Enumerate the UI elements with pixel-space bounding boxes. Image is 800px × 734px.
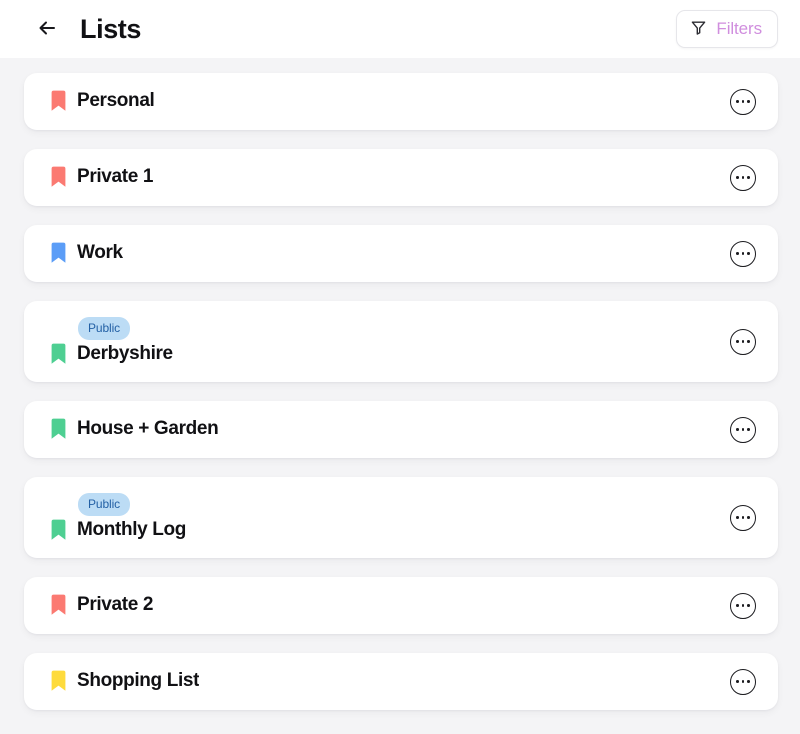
list-name: Derbyshire	[77, 343, 173, 365]
list-name: Private 1	[77, 166, 154, 188]
list-name: Shopping List	[77, 670, 200, 692]
bookmark-icon-green	[50, 519, 67, 541]
list-name: Private 2	[77, 594, 154, 616]
bookmark-icon-blue	[50, 242, 67, 264]
ellipsis-dot	[746, 252, 750, 255]
ellipsis-dot	[741, 516, 745, 519]
bookmark-icon-red	[50, 594, 67, 616]
ellipsis-dot	[736, 680, 740, 683]
ellipsis-dot	[741, 680, 745, 683]
filters-label: Filters	[716, 19, 762, 38]
ellipsis-dot	[736, 176, 740, 179]
list-card[interactable]: Private 2	[24, 577, 778, 634]
ellipsis-circle-icon[interactable]	[730, 592, 756, 619]
list-card-content: Public Monthly Log	[50, 488, 716, 547]
ellipsis-dot	[746, 176, 750, 179]
list-name: Personal	[77, 90, 155, 112]
ellipsis-dot	[746, 604, 750, 607]
ellipsis-circle-icon[interactable]	[730, 328, 756, 355]
bookmark-icon-red	[50, 90, 67, 112]
ellipsis-circle-icon[interactable]	[730, 504, 756, 531]
badge-row: Public	[50, 317, 716, 341]
filters-button[interactable]: Filters	[676, 10, 778, 48]
ellipsis-dot	[746, 680, 750, 683]
ellipsis-dot	[741, 176, 745, 179]
bookmark-icon-green	[50, 343, 67, 365]
list-card-content: Work	[50, 242, 716, 265]
ellipsis-dot	[741, 604, 745, 607]
funnel-icon	[690, 19, 707, 39]
list-card[interactable]: Public Derbyshire	[24, 301, 778, 382]
ellipsis-circle-icon[interactable]	[730, 88, 756, 115]
ellipsis-dot	[741, 252, 745, 255]
list-title-row: Work	[50, 242, 716, 265]
list-card[interactable]: Private 1	[24, 149, 778, 206]
badge-row: Public	[50, 493, 716, 517]
list-card[interactable]: Public Monthly Log	[24, 477, 778, 558]
list-card-content: House + Garden	[50, 418, 716, 441]
ellipsis-dot	[746, 428, 750, 431]
list-card[interactable]: House + Garden	[24, 401, 778, 458]
lists-container: Personal Private 1 Work Public Derbyshire Hou…	[0, 58, 800, 734]
list-title-row: Shopping List	[50, 670, 716, 693]
status-badge: Public	[78, 317, 131, 341]
list-card-content: Public Derbyshire	[50, 312, 716, 371]
ellipsis-dot	[741, 100, 745, 103]
ellipsis-circle-icon[interactable]	[730, 668, 756, 695]
list-card-content: Personal	[50, 90, 716, 113]
page-title: Lists	[80, 13, 142, 44]
ellipsis-dot	[736, 604, 740, 607]
list-name: House + Garden	[77, 418, 219, 440]
list-title-row: Private 1	[50, 166, 716, 189]
status-badge: Public	[78, 493, 131, 517]
ellipsis-dot	[746, 340, 750, 343]
ellipsis-circle-icon[interactable]	[730, 416, 756, 443]
list-name: Work	[77, 242, 123, 264]
list-title-row: Derbyshire	[50, 343, 716, 366]
ellipsis-circle-icon[interactable]	[730, 164, 756, 191]
page-header: Lists Filters	[0, 0, 800, 58]
ellipsis-dot	[736, 100, 740, 103]
bookmark-icon-red	[50, 166, 67, 188]
ellipsis-dot	[736, 252, 740, 255]
list-title-row: Personal	[50, 90, 716, 113]
list-card-content: Private 2	[50, 594, 716, 617]
list-card-content: Shopping List	[50, 670, 716, 693]
list-card[interactable]: Shopping List	[24, 653, 778, 710]
ellipsis-dot	[736, 428, 740, 431]
ellipsis-dot	[736, 516, 740, 519]
list-card[interactable]: Work	[24, 225, 778, 282]
bookmark-icon-green	[50, 418, 67, 440]
list-card[interactable]: Personal	[24, 73, 778, 130]
ellipsis-dot	[746, 516, 750, 519]
list-title-row: Monthly Log	[50, 519, 716, 542]
list-title-row: Private 2	[50, 594, 716, 617]
list-card-content: Private 1	[50, 166, 716, 189]
ellipsis-circle-icon[interactable]	[730, 240, 756, 267]
list-title-row: House + Garden	[50, 418, 716, 441]
bookmark-icon-yellow	[50, 670, 67, 692]
list-name: Monthly Log	[77, 519, 187, 541]
back-button[interactable]	[30, 12, 64, 46]
ellipsis-dot	[746, 100, 750, 103]
ellipsis-dot	[741, 428, 745, 431]
ellipsis-dot	[736, 340, 740, 343]
arrow-left-icon	[36, 17, 58, 42]
ellipsis-dot	[741, 340, 745, 343]
